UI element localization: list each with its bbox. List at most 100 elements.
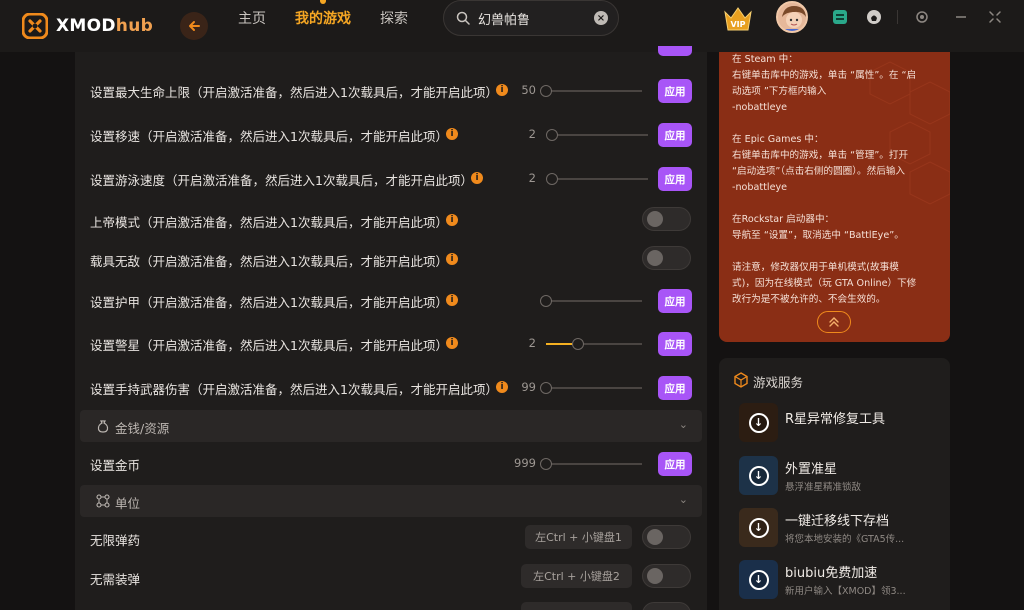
infinite-ammo-toggle[interactable] [642, 525, 691, 549]
apply-button[interactable]: 应用 [658, 452, 692, 476]
slider-thumb[interactable] [572, 338, 584, 350]
cheat-row-weapon-damage: 设置手持武器伤害（开启激活准备，然后进入1次载具后，才能开启此项） i 99 应… [75, 366, 707, 408]
search-box[interactable]: 幻兽帕鲁 × [443, 0, 619, 36]
service-item-r-star-repair[interactable]: ↓ R星异常修复工具 [739, 403, 944, 445]
vip-badge-icon[interactable]: VIP [722, 4, 754, 34]
cheat-value: 50 [521, 83, 536, 97]
info-icon[interactable]: i [446, 253, 458, 265]
info-line: 右键单击库中的游戏，单击 “管理”。打开 [732, 150, 909, 161]
cheat-label: 载具无敌（开启激活准备，然后进入1次载具后，才能开启此项） [90, 254, 448, 269]
apply-button[interactable]: 应用 [658, 289, 692, 313]
nav-tab-home[interactable]: 主页 [238, 8, 266, 28]
cheat-label: 无需装弹 [90, 572, 141, 587]
cheat-label: 设置最大生命上限（开启激活准备，然后进入1次载具后，才能开启此项） [90, 85, 498, 100]
close-icon[interactable] [987, 9, 1003, 25]
nav-tab-my-games[interactable]: 我的游戏 [295, 8, 351, 28]
download-icon[interactable]: ↓ [748, 569, 769, 590]
info-line: -nobattleye [732, 102, 788, 113]
hotkey-badge[interactable]: 左Ctrl + 小键盘2 [521, 564, 632, 588]
clear-search-icon[interactable]: × [594, 11, 608, 25]
game-services-panel: 游戏服务 ↓ R星异常修复工具 ↓ 外置准星 悬浮准星精准锁敌 ↓ 一键迁移线下… [719, 358, 950, 610]
minimize-icon[interactable] [953, 9, 969, 25]
cheat-slider[interactable] [540, 85, 642, 97]
cheat-row-gold: 设置金币 999 应用 [75, 442, 707, 484]
app-icon[interactable] [832, 9, 848, 25]
nav-tab-explore[interactable]: 探索 [380, 8, 408, 28]
info-icon[interactable]: i [446, 337, 458, 349]
cheat-slider[interactable] [546, 129, 648, 141]
collapse-button[interactable] [817, 311, 851, 333]
download-icon[interactable]: ↓ [748, 412, 769, 433]
info-icon[interactable]: i [446, 128, 458, 140]
service-item-biubiu[interactable]: ↓ biubiu免费加速 新用户输入【XMOD】领3... [739, 560, 944, 602]
toggle-knob [647, 250, 663, 266]
cheat-row-vehicle-invincible: 载具无敌（开启激活准备，然后进入1次载具后，才能开启此项） i [75, 238, 707, 280]
section-unit[interactable]: 单位 ⌄ [80, 485, 702, 517]
cheat-row-god-mode: 上帝模式（开启激活准备，然后进入1次载具后，才能开启此项） i [75, 199, 707, 241]
info-line: “启动选项”（点击右侧的圆圈）。然后输入 [732, 166, 906, 177]
apply-button[interactable]: 应用 [658, 167, 692, 191]
service-desc: 悬浮准星精准锁敌 [785, 482, 862, 493]
download-icon[interactable]: ↓ [748, 517, 769, 538]
back-button[interactable] [180, 12, 208, 40]
toolbar-divider [897, 10, 898, 24]
info-line: 在Rockstar 启动器中： [732, 214, 835, 225]
apply-button[interactable]: 应用 [658, 123, 692, 147]
info-line [732, 116, 942, 132]
service-item-save-migrate[interactable]: ↓ 一键迁移线下存档 将您本地安装的《GTA5传... [739, 508, 944, 550]
info-line: 导航至 “设置”，取消选中 “BattlEye”。 [732, 230, 904, 241]
service-thumbnail: ↓ [739, 456, 778, 495]
cheat-row-swim-speed: 设置游泳速度（开启激活准备，然后进入1次载具后，才能开启此项） i 2 应用 [75, 157, 707, 199]
cheat-value: 99 [521, 380, 536, 394]
logo[interactable]: XMODhub [22, 13, 153, 39]
cheat-label: 上帝模式（开启激活准备，然后进入1次载具后，才能开启此项） [90, 215, 448, 230]
hotkey-badge-partial[interactable] [521, 602, 632, 610]
cheat-slider[interactable] [540, 295, 642, 307]
cheat-row-infinite-ammo: 无限弹药 左Ctrl + 小键盘1 [75, 517, 707, 559]
chat-icon[interactable] [866, 9, 882, 25]
slider-thumb[interactable] [546, 129, 558, 141]
no-reload-toggle[interactable] [642, 564, 691, 588]
vehicle-invincible-toggle[interactable] [642, 246, 691, 270]
cheat-label: 设置警星（开启激活准备，然后进入1次载具后，才能开启此项） [90, 338, 448, 353]
cheat-label: 设置游泳速度（开启激活准备，然后进入1次载具后，才能开启此项） [90, 173, 473, 188]
slider-thumb[interactable] [540, 85, 552, 97]
info-icon[interactable]: i [471, 172, 483, 184]
section-label: 金钱/资源 [115, 421, 170, 436]
info-icon[interactable]: i [446, 294, 458, 306]
slider-thumb[interactable] [546, 173, 558, 185]
service-desc: 新用户输入【XMOD】领3... [785, 586, 906, 597]
cheat-label: 设置护甲（开启激活准备，然后进入1次载具后，才能开启此项） [90, 295, 448, 310]
cheat-slider[interactable] [540, 458, 642, 470]
service-desc: 将您本地安装的《GTA5传... [785, 534, 905, 545]
info-icon[interactable]: i [446, 214, 458, 226]
cheat-row-max-health: 设置最大生命上限（开启激活准备，然后进入1次载具后，才能开启此项） i 50 应… [75, 69, 707, 111]
settings-icon[interactable] [914, 9, 930, 25]
apply-button-partial[interactable] [658, 46, 692, 56]
search-input[interactable]: 幻兽帕鲁 [478, 9, 594, 28]
service-item-crosshair[interactable]: ↓ 外置准星 悬浮准星精准锁敌 [739, 456, 944, 498]
chevron-double-up-icon [829, 317, 839, 327]
slider-thumb[interactable] [540, 458, 552, 470]
user-avatar[interactable] [776, 1, 808, 33]
anticheat-info-card: 在 Steam 中： 右键单击库中的游戏，单击 “属性”。在 “启 动选项 ”下方框… [719, 52, 950, 342]
cheats-panel: 设置最大生命上限（开启激活准备，然后进入1次载具后，才能开启此项） i 50 应… [75, 46, 707, 610]
hotkey-badge[interactable]: 左Ctrl + 小键盘1 [525, 525, 632, 549]
service-thumbnail: ↓ [739, 403, 778, 442]
god-mode-toggle[interactable] [642, 207, 691, 231]
section-money-resources[interactable]: 金钱/资源 ⌄ [80, 410, 702, 442]
apply-button[interactable]: 应用 [658, 332, 692, 356]
apply-button[interactable]: 应用 [658, 376, 692, 400]
download-icon[interactable]: ↓ [748, 465, 769, 486]
slider-thumb[interactable] [540, 295, 552, 307]
info-line [732, 244, 942, 260]
apply-button[interactable]: 应用 [658, 79, 692, 103]
cheat-slider[interactable] [546, 338, 642, 350]
cheat-value: 2 [528, 336, 536, 350]
toggle-partial[interactable] [642, 602, 691, 610]
cheat-value: 999 [514, 456, 536, 470]
cheat-slider[interactable] [540, 382, 642, 394]
cheat-slider[interactable] [546, 173, 648, 185]
logo-text: XMODhub [56, 16, 154, 36]
slider-thumb[interactable] [540, 382, 552, 394]
